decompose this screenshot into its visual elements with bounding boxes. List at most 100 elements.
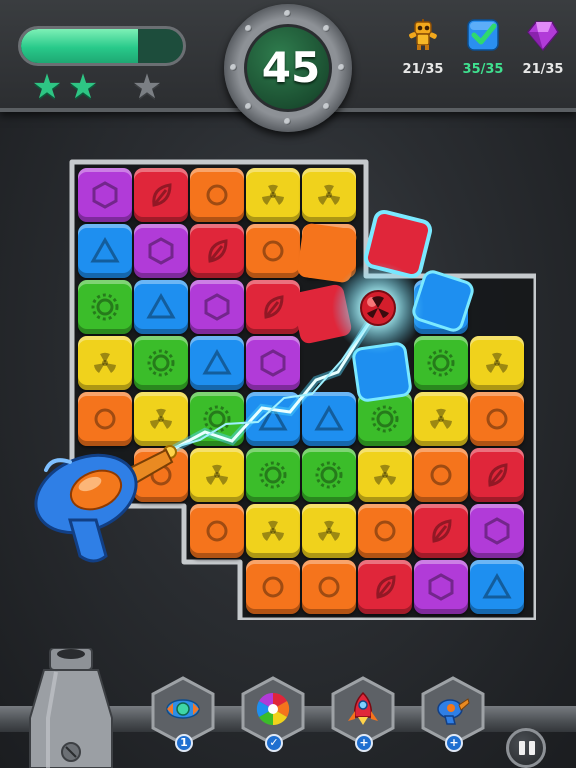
goal-robot-toy: 21/35 [393, 18, 453, 88]
circle-icon [150, 464, 172, 486]
radiation-icon [430, 408, 452, 429]
star-icon-2: ★ [67, 67, 99, 107]
circle-icon [318, 576, 340, 598]
pause-button[interactable] [506, 728, 546, 768]
tile-green-gear[interactable] [358, 392, 412, 446]
tile-red-leaf[interactable] [190, 224, 244, 278]
rocket-booster-button[interactable]: 1 [150, 676, 216, 752]
rivet [338, 64, 345, 71]
tile-red-leaf[interactable] [134, 168, 188, 222]
goal-count: 21/35 [402, 62, 444, 77]
tile-yellow-radiation[interactable] [302, 504, 356, 558]
tile-green-gear[interactable] [190, 392, 244, 446]
circle-icon [206, 184, 228, 206]
tile-yellow-radiation[interactable] [470, 336, 524, 390]
booster-badge: 1 [175, 734, 193, 752]
tile-green-gear[interactable] [302, 448, 356, 502]
moves-display: 45 [244, 24, 332, 112]
tile-orange-circle[interactable] [358, 504, 412, 558]
tile-orange-circle[interactable] [302, 224, 356, 278]
tile-green-gear[interactable] [78, 280, 132, 334]
triangle-icon [202, 348, 232, 375]
circle-icon [262, 240, 284, 262]
gear-icon [147, 349, 175, 377]
tile-blue-triangle[interactable] [134, 280, 188, 334]
goal-count: 21/35 [522, 62, 564, 77]
radiation-icon [94, 352, 116, 373]
circle-icon [262, 576, 284, 598]
tile-yellow-radiation[interactable] [78, 336, 132, 390]
gear-icon [259, 461, 287, 489]
radiation-icon [206, 464, 228, 485]
red-rocket-booster-button[interactable]: + [330, 676, 396, 752]
red-rocket-booster-icon [348, 691, 378, 725]
circle-icon [206, 520, 228, 542]
tile-blue-triangle[interactable] [302, 392, 356, 446]
checked-blue-cube-icon [467, 19, 499, 51]
circle-icon [430, 464, 452, 486]
radiation-icon [318, 184, 340, 205]
tile-orange-circle[interactable] [246, 560, 300, 614]
color-wheel-booster-icon [256, 692, 290, 726]
tile-orange-circle[interactable] [134, 448, 188, 502]
game-board[interactable] [66, 156, 536, 620]
tile-purple-hexagon[interactable] [78, 168, 132, 222]
triangle-icon [146, 292, 176, 319]
tile-blue-triangle[interactable] [414, 280, 468, 334]
tile-yellow-radiation[interactable] [190, 448, 244, 502]
tile-blue-triangle[interactable] [246, 392, 300, 446]
tile-red-leaf[interactable] [470, 448, 524, 502]
tile-purple-hexagon[interactable] [134, 224, 188, 278]
tile-orange-circle[interactable] [246, 224, 300, 278]
triangle-icon [314, 404, 344, 431]
gear-icon [427, 349, 455, 377]
gear-icon [203, 405, 231, 433]
color-wheel-booster-button[interactable]: ✓ [240, 676, 306, 752]
tile-orange-circle[interactable] [190, 504, 244, 558]
hexagon-icon [260, 349, 286, 377]
tile-yellow-radiation[interactable] [414, 392, 468, 446]
rivet [230, 64, 237, 71]
tile-blue-triangle[interactable] [470, 560, 524, 614]
radiation-icon [150, 408, 172, 429]
tile-green-gear[interactable] [414, 336, 468, 390]
gear-icon [315, 461, 343, 489]
tile-red-leaf[interactable] [246, 280, 300, 334]
tile-green-gear[interactable] [134, 336, 188, 390]
tile-purple-hexagon[interactable] [414, 560, 468, 614]
tile-orange-circle[interactable] [190, 168, 244, 222]
tile-blue-triangle[interactable] [190, 336, 244, 390]
triangle-icon [258, 404, 288, 431]
radiation-icon [374, 464, 396, 485]
tile-yellow-radiation[interactable] [302, 168, 356, 222]
triangle-icon [426, 292, 456, 319]
goal-count: 35/35 [462, 62, 504, 77]
tile-red-leaf[interactable] [414, 504, 468, 558]
ray-gun-booster-button[interactable]: + [420, 676, 486, 752]
tile-orange-circle[interactable] [78, 392, 132, 446]
tile-orange-circle[interactable] [414, 448, 468, 502]
tile-purple-hexagon[interactable] [470, 504, 524, 558]
circle-icon [374, 520, 396, 542]
tile-red-leaf[interactable] [358, 560, 412, 614]
ray-gun-booster-icon [437, 698, 470, 725]
leaf-icon [376, 575, 396, 599]
booster-badge: ✓ [265, 734, 283, 752]
tile-blue-triangle[interactable] [78, 224, 132, 278]
tile-orange-circle[interactable] [470, 392, 524, 446]
tile-purple-hexagon[interactable] [190, 280, 244, 334]
radiation-icon [318, 520, 340, 541]
tile-yellow-radiation[interactable] [246, 504, 300, 558]
leaf-icon [264, 295, 284, 319]
tile-green-gear[interactable] [246, 448, 300, 502]
star-icon-1: ★ [31, 67, 63, 107]
circle-icon [94, 408, 116, 430]
radiation-icon [486, 352, 508, 373]
star-icon-3: ★ [131, 67, 163, 107]
tile-orange-circle[interactable] [302, 560, 356, 614]
tile-yellow-radiation[interactable] [134, 392, 188, 446]
tile-yellow-radiation[interactable] [358, 448, 412, 502]
tile-yellow-radiation[interactable] [246, 168, 300, 222]
tile-purple-hexagon[interactable] [246, 336, 300, 390]
radiation-icon [262, 520, 284, 541]
